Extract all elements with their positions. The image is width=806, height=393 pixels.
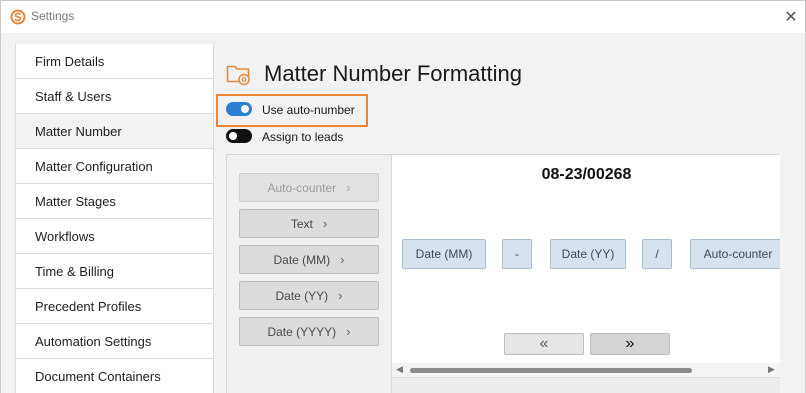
button-label: Date (YYYY) bbox=[267, 324, 337, 339]
button-label: Auto-counter bbox=[267, 180, 337, 195]
format-chip-date-mm[interactable]: Date (MM) bbox=[402, 239, 486, 269]
button-label: Date (MM) bbox=[273, 252, 331, 267]
sidebar-item-label: Matter Configuration bbox=[35, 158, 153, 174]
sidebar-item-label: Matter Stages bbox=[35, 193, 116, 209]
sidebar-item-matter-number[interactable]: Matter Number bbox=[16, 114, 213, 149]
sidebar-item-matter-stages[interactable]: Matter Stages bbox=[16, 184, 213, 219]
format-preview: 08-23/00268 Date (MM) - Date (YY) / Auto… bbox=[391, 155, 780, 393]
chip-label: Auto-counter bbox=[703, 247, 773, 261]
scroll-left-icon[interactable]: ◀ bbox=[396, 364, 403, 375]
add-auto-counter-button[interactable]: Auto-counter › bbox=[239, 173, 379, 202]
chip-label: / bbox=[655, 247, 659, 261]
chip-label: - bbox=[515, 247, 519, 261]
preview-footer bbox=[392, 377, 780, 393]
preview-value: 08-23/00268 bbox=[541, 166, 632, 183]
sidebar-item-time-billing[interactable]: Time & Billing bbox=[16, 254, 213, 289]
chevron-right-icon: › bbox=[338, 288, 343, 303]
add-date-mm-button[interactable]: Date (MM) › bbox=[239, 245, 379, 274]
sidebar-item-label: Matter Number bbox=[35, 123, 122, 139]
app-logo-icon bbox=[10, 9, 26, 25]
chevron-right-icon: › bbox=[346, 324, 351, 339]
chevron-right-icon: › bbox=[346, 180, 351, 195]
sidebar-item-precedent-profiles[interactable]: Precedent Profiles bbox=[16, 289, 213, 324]
toggle-knob bbox=[241, 105, 249, 113]
token-button-column: Auto-counter › Text › Date (MM) › Date (YY)… bbox=[227, 155, 391, 393]
sidebar-item-firm-details[interactable]: Firm Details bbox=[16, 44, 213, 79]
sidebar-item-matter-configuration[interactable]: Matter Configuration bbox=[16, 149, 213, 184]
format-chip-dash[interactable]: - bbox=[502, 239, 532, 269]
button-label: Date (YY) bbox=[275, 288, 329, 303]
add-date-yyyy-button[interactable]: Date (YYYY) › bbox=[239, 317, 379, 346]
add-date-yy-button[interactable]: Date (YY) › bbox=[239, 281, 379, 310]
move-left-button[interactable]: « bbox=[504, 333, 584, 355]
double-chevron-right-icon: » bbox=[625, 335, 635, 352]
horizontal-scrollbar[interactable]: ◀ ▶ bbox=[392, 363, 780, 377]
scrollbar-thumb[interactable] bbox=[410, 368, 692, 373]
sidebar-item-label: Time & Billing bbox=[35, 263, 114, 279]
chip-label: Date (YY) bbox=[561, 247, 615, 261]
move-right-button[interactable]: » bbox=[590, 333, 670, 355]
format-chip-slash[interactable]: / bbox=[642, 239, 672, 269]
add-text-button[interactable]: Text › bbox=[239, 209, 379, 238]
format-builder: Auto-counter › Text › Date (MM) › Date (YY)… bbox=[226, 154, 780, 393]
page-title: Matter Number Formatting bbox=[264, 61, 522, 86]
scroll-right-icon[interactable]: ▶ bbox=[768, 364, 775, 375]
folder-gear-icon bbox=[226, 65, 250, 86]
format-chip-date-yy[interactable]: Date (YY) bbox=[550, 239, 626, 269]
settings-window: Settings ✕ Firm Details Staff & Users Ma… bbox=[0, 0, 806, 393]
auto-number-label: Use auto-number bbox=[262, 103, 355, 117]
assign-leads-label: Assign to leads bbox=[262, 130, 344, 144]
sidebar-item-label: Workflows bbox=[35, 228, 95, 244]
sidebar-item-automation-settings[interactable]: Automation Settings bbox=[16, 324, 213, 359]
window-title: Settings bbox=[31, 9, 75, 23]
chip-label: Date (MM) bbox=[415, 247, 473, 261]
chevron-right-icon: › bbox=[322, 216, 328, 231]
settings-sidebar: Firm Details Staff & Users Matter Number… bbox=[15, 44, 213, 393]
sidebar-item-workflows[interactable]: Workflows bbox=[16, 219, 213, 254]
format-chip-auto-counter[interactable]: Auto-counter bbox=[690, 239, 780, 269]
auto-number-toggle[interactable] bbox=[226, 102, 252, 116]
assign-leads-toggle[interactable] bbox=[226, 129, 252, 143]
button-label: Text bbox=[290, 216, 313, 231]
title-bar: Settings ✕ bbox=[1, 1, 805, 33]
double-chevron-left-icon: « bbox=[539, 335, 549, 352]
sidebar-item-label: Staff & Users bbox=[35, 88, 112, 104]
sidebar-item-label: Firm Details bbox=[35, 53, 105, 69]
main-panel: Matter Number Formatting Use auto-number… bbox=[213, 44, 805, 393]
toggle-knob bbox=[229, 132, 237, 140]
sidebar-item-staff-users[interactable]: Staff & Users bbox=[16, 79, 213, 114]
sidebar-item-label: Automation Settings bbox=[35, 333, 152, 349]
chevron-right-icon: › bbox=[340, 252, 345, 267]
close-icon[interactable]: ✕ bbox=[781, 7, 801, 27]
sidebar-item-document-containers[interactable]: Document Containers bbox=[16, 359, 213, 393]
sidebar-item-label: Document Containers bbox=[35, 368, 161, 384]
sidebar-item-label: Precedent Profiles bbox=[35, 298, 142, 314]
